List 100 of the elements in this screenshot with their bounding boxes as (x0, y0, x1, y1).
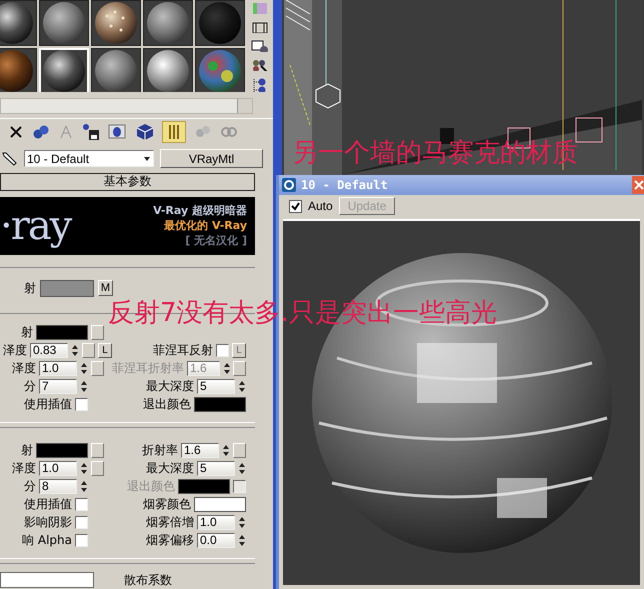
number-field[interactable]: 0.0 (197, 533, 235, 548)
color-swatch[interactable] (36, 443, 88, 458)
color-bar-icon[interactable] (252, 2, 268, 14)
field-label: 菲涅耳折射率 (112, 360, 184, 378)
field-label: 烟雾偏移 (146, 532, 194, 550)
number-field[interactable]: 0.83 (30, 343, 68, 358)
save-disk-icon[interactable] (82, 122, 100, 141)
checkbox-label: Auto (308, 199, 333, 213)
map-button[interactable] (91, 443, 104, 458)
sphere-sample-icon (93, 0, 139, 46)
checkbox[interactable] (216, 344, 229, 358)
window-sphere-icon[interactable] (251, 38, 269, 52)
sample-slot[interactable] (91, 0, 141, 46)
sphere-sample-icon (145, 0, 191, 46)
field-label: 最大深度 (146, 378, 194, 396)
map-button[interactable] (82, 343, 95, 358)
checkbox[interactable] (75, 498, 88, 512)
spinner-arrows-icon[interactable] (238, 533, 246, 548)
delete-icon[interactable] (8, 124, 24, 140)
field-label: 折射率 (142, 442, 178, 460)
field-label: 使用插值 (24, 496, 72, 514)
number-field[interactable]: 1.0 (197, 515, 235, 530)
checker-cube-icon[interactable] (136, 122, 154, 141)
sample-slot[interactable] (143, 0, 193, 46)
checkbox[interactable] (75, 534, 88, 548)
spheres-cursor-icon[interactable] (251, 58, 269, 72)
field-label: 菲涅耳反射 (153, 342, 213, 360)
checkbox[interactable] (75, 398, 88, 412)
horizontal-scrollbar[interactable] (0, 98, 253, 114)
spinner-arrows-icon[interactable] (80, 479, 88, 494)
sphere-sample-icon (0, 48, 35, 92)
sphere-sample-icon (0, 0, 35, 46)
sample-slot[interactable] (39, 0, 89, 46)
field-label: 响 Alpha (22, 532, 72, 550)
checkbox[interactable] (75, 516, 88, 530)
map-button[interactable] (91, 325, 104, 340)
number-field[interactable]: 1.0 (39, 361, 77, 376)
field-label: 射 (21, 324, 33, 342)
input-field[interactable] (0, 572, 94, 588)
spinner-arrows-icon[interactable] (80, 361, 88, 376)
map-button[interactable] (233, 443, 246, 458)
field-label: 烟雾倍增 (146, 514, 194, 532)
logo-text: ·ray (0, 202, 70, 249)
spinner-arrows-icon[interactable] (238, 515, 246, 530)
bars-icon[interactable] (162, 120, 186, 143)
window-title: 10 - Default (301, 178, 388, 192)
spinner-arrows-icon[interactable] (80, 461, 88, 476)
sphere-sample-icon (93, 48, 139, 92)
banner-subtitle: 最优化的 V-Ray (164, 218, 247, 234)
field-label: 射 (24, 280, 36, 297)
number-field[interactable]: 5 (197, 379, 235, 394)
sample-slot[interactable] (195, 48, 245, 92)
number-field[interactable]: 7 (39, 379, 77, 394)
eyedropper-icon[interactable] (0, 150, 18, 168)
lock-button[interactable]: L (98, 343, 112, 358)
sphere-sample-icon (197, 0, 243, 46)
field-label: 退出颜色 (143, 396, 191, 414)
spinner-arrows-icon[interactable] (80, 379, 88, 394)
checkbox[interactable] (289, 200, 302, 212)
number-field[interactable]: 8 (39, 479, 77, 494)
spinner-arrows-icon[interactable] (71, 343, 79, 358)
material-type-button[interactable]: VRayMtl (160, 149, 263, 168)
map-button[interactable]: M (98, 280, 113, 296)
spinner-arrows-icon[interactable] (238, 461, 246, 476)
sphere-sample-icon (197, 48, 243, 92)
app-logo-icon (281, 177, 297, 193)
close-icon[interactable] (632, 176, 644, 194)
material-name-field[interactable]: 10 - Default (24, 150, 154, 168)
dropdown-arrow-icon[interactable] (143, 154, 151, 163)
field-label: 泽度 (12, 360, 36, 378)
sample-slot[interactable] (0, 0, 37, 46)
spinner-arrows-icon[interactable] (222, 443, 230, 458)
field-label: 泽度 (3, 342, 27, 360)
field-label: 分 (24, 378, 36, 396)
ring-icon[interactable] (108, 124, 128, 140)
field-label: 使用插值 (24, 396, 72, 414)
rollout-header[interactable]: 基本参数 (0, 172, 255, 191)
field-label: 退出颜色 (127, 478, 175, 496)
spinner-arrows-icon[interactable] (238, 379, 246, 394)
sphere-sample-icon (145, 48, 191, 92)
sample-slot[interactable] (91, 48, 141, 92)
linked-spheres-icon[interactable] (32, 124, 50, 140)
map-button[interactable] (91, 361, 104, 376)
film-strip-icon[interactable] (251, 20, 269, 33)
field-label: 分 (24, 478, 36, 496)
number-field[interactable]: 5 (197, 461, 235, 476)
number-field[interactable]: 1.0 (39, 461, 77, 476)
color-swatch[interactable] (194, 397, 246, 412)
banner-credit: [ 无名汉化 ] (185, 233, 247, 248)
sample-slot[interactable] (143, 48, 193, 92)
map-button[interactable] (91, 461, 104, 476)
color-swatch[interactable] (40, 280, 94, 297)
field-label: 泽度 (12, 460, 36, 478)
field-label: 散布系数 (124, 572, 172, 589)
banner-title: V-Ray 超级明暗器 (153, 203, 247, 218)
color-swatch[interactable] (36, 325, 88, 340)
sphere-sample-icon (41, 0, 87, 46)
spinner-arrows-icon[interactable] (223, 361, 230, 376)
number-field[interactable]: 1.6 (181, 443, 219, 458)
color-swatch[interactable] (194, 497, 246, 512)
